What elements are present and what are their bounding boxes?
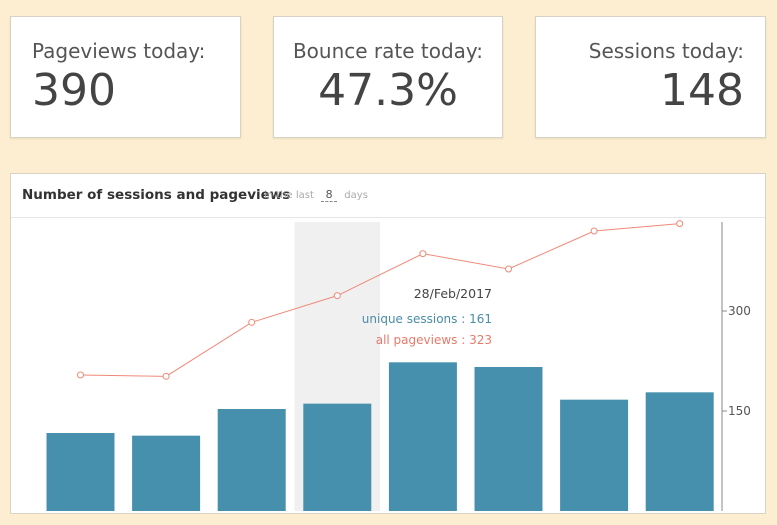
bounce-rate-label: Bounce rate today: [292, 39, 484, 63]
y-axis-tick-label: 300 [728, 304, 751, 318]
pageviews-point [590, 227, 598, 235]
pageviews-point [419, 250, 427, 258]
sessions-bar[interactable] [645, 392, 714, 511]
sessions-bar[interactable] [560, 399, 629, 511]
tooltip-pageviews: all pageviews : 323 [376, 333, 492, 347]
tooltip-sessions: unique sessions : 161 [362, 312, 492, 326]
pageviews-point [505, 265, 512, 273]
pageviews-point [676, 220, 684, 228]
sessions-bar[interactable] [132, 435, 201, 511]
pageviews-point [162, 372, 170, 380]
pageviews-today-label: Pageviews today: [32, 39, 206, 63]
sessions-today-label: Sessions today: [588, 39, 744, 63]
bounce-rate-card: Bounce rate today: 47.3% [273, 16, 503, 138]
sessions-bar[interactable] [303, 403, 372, 511]
sessions-bar[interactable] [46, 432, 115, 511]
sessions-pageviews-chart[interactable]: 150 300 28/Feb/2017 unique sessions : 161 al… [11, 174, 766, 514]
sessions-today-value: 148 [660, 65, 744, 116]
pageviews-today-value: 390 [32, 65, 116, 116]
pageviews-today-card: Pageviews today: 390 [10, 16, 241, 138]
bounce-rate-value: 47.3% [318, 65, 458, 116]
sessions-bar[interactable] [388, 362, 457, 511]
pageviews-point [77, 371, 84, 379]
pageviews-point [333, 292, 341, 300]
sessions-bar[interactable] [217, 408, 286, 511]
tooltip-date: 28/Feb/2017 [414, 286, 492, 301]
sessions-bar[interactable] [474, 366, 543, 511]
pageviews-point [248, 318, 256, 326]
sessions-today-card: Sessions today: 148 [535, 16, 766, 138]
sessions-pageviews-chart-panel: Number of sessions and pageviews in the … [10, 173, 766, 514]
y-axis-tick-label: 150 [728, 404, 751, 418]
